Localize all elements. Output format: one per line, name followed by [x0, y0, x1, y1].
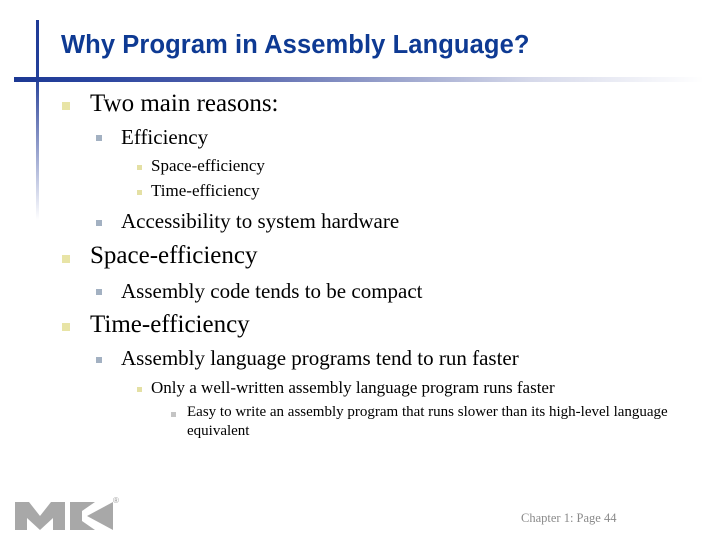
mk-publisher-logo [15, 502, 113, 530]
bullet-level1-icon [62, 323, 70, 331]
bullet-text-two-main-reasons: Two main reasons: [90, 90, 279, 117]
bullet-text-efficiency: Efficiency [121, 125, 209, 149]
title-underline-gradient-bar [14, 77, 704, 82]
registered-mark: ® [113, 496, 119, 505]
logo-letter-m [15, 502, 65, 530]
bullet-level4-icon [171, 412, 176, 417]
page-footer: Chapter 1: Page 44 [521, 511, 617, 525]
logo-letter-k-stem [70, 502, 82, 530]
bullet-text-space-efficiency-sub: Space-efficiency [151, 156, 265, 175]
logo-letter-k-notch [82, 502, 95, 511]
logo-letter-k-arm [87, 502, 113, 530]
bullet-text-time-efficiency: Time-efficiency [90, 311, 250, 338]
bullet-level1-icon [62, 102, 70, 110]
bullet-level3-icon [137, 165, 142, 170]
bullet-level3-icon [137, 190, 142, 195]
bullet-level2-icon [96, 357, 102, 363]
slide-title: Why Program in Assembly Language? [61, 31, 530, 59]
bullet-text-time-efficiency-sub: Time-efficiency [151, 181, 260, 200]
bullet-level1-icon [62, 255, 70, 263]
logo-letter-k-notch-bottom [82, 521, 95, 530]
title-vertical-accent-line [36, 20, 39, 220]
bullet-text-well-written: Only a well-written assembly language pr… [151, 378, 555, 397]
bullet-level2-icon [96, 135, 102, 141]
bullet-text-run-faster: Assembly language programs tend to run f… [121, 346, 519, 370]
bullet-text-space-efficiency: Space-efficiency [90, 242, 258, 269]
bullet-level2-icon [96, 289, 102, 295]
bullet-text-accessibility: Accessibility to system hardware [121, 209, 400, 233]
bullet-level2-icon [96, 220, 102, 226]
bullet-text-easy-to-write-slower: Easy to write an assembly program that r… [187, 404, 668, 439]
bullet-text-compact-code: Assembly code tends to be compact [121, 279, 423, 303]
bullet-level3-icon [137, 387, 142, 392]
